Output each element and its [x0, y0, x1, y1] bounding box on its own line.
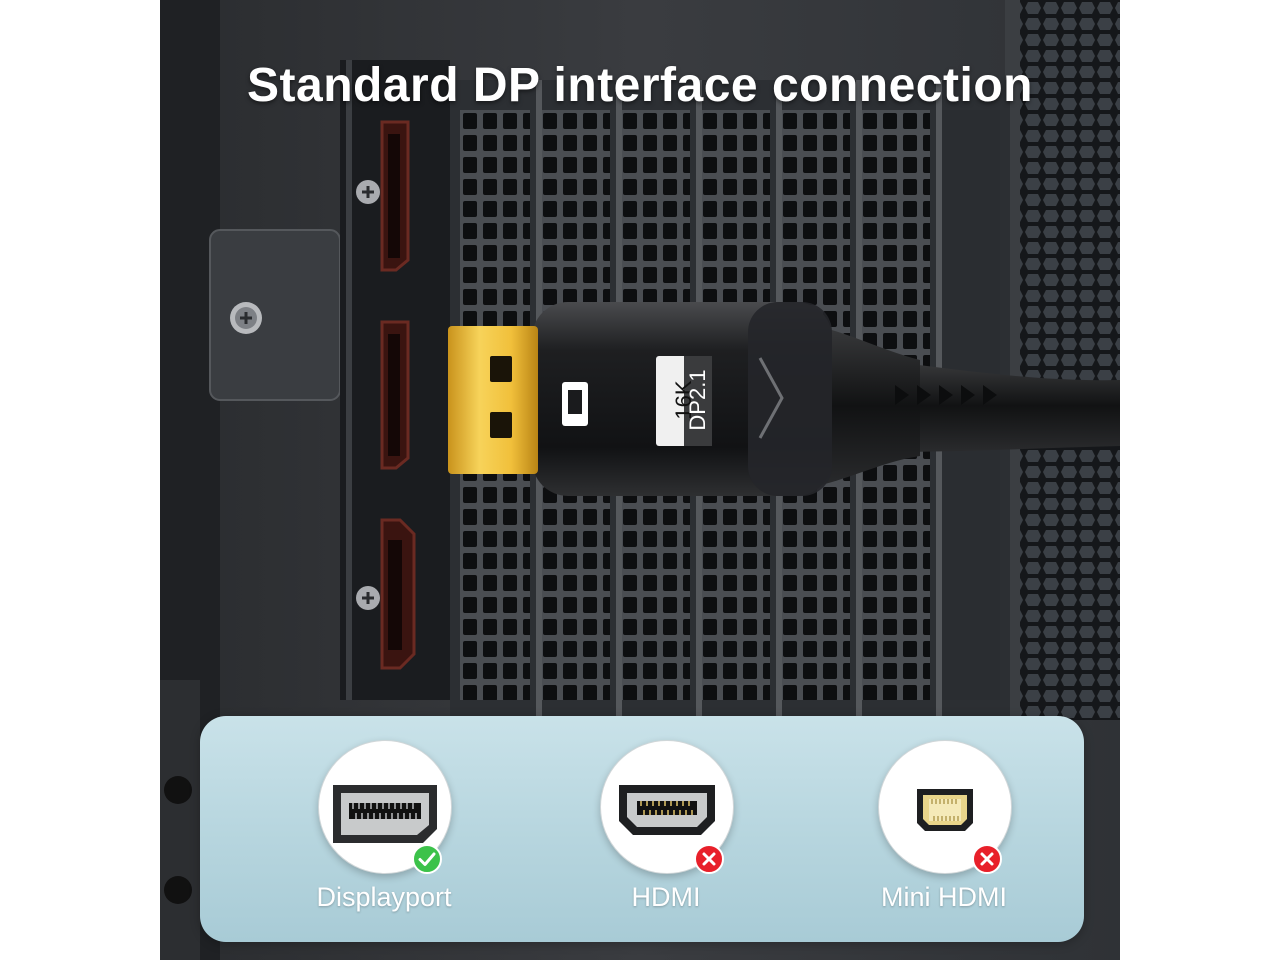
port-label-displayport: Displayport	[316, 882, 452, 912]
pc-rear-panel-photo: 16K DP2.1 Standard DP interface connecti…	[160, 0, 1120, 960]
compatibility-panel: Displayport HDMI Mini HDMI	[200, 716, 1084, 942]
port-label-mini-hdmi: Mini HDMI	[881, 882, 1007, 912]
check-icon	[412, 844, 442, 874]
port-option-displayport: Displayport	[284, 740, 484, 930]
displayport-logo-icon	[562, 382, 588, 426]
cross-icon	[972, 844, 1002, 874]
port-label-hdmi: HDMI	[631, 882, 701, 912]
page-title: Standard DP interface connection	[247, 59, 1033, 112]
cross-icon	[694, 844, 724, 874]
connector-version-label: DP2.1	[685, 369, 710, 431]
port-option-mini-hdmi: Mini HDMI	[844, 740, 1044, 930]
port-option-hdmi: HDMI	[566, 740, 766, 930]
